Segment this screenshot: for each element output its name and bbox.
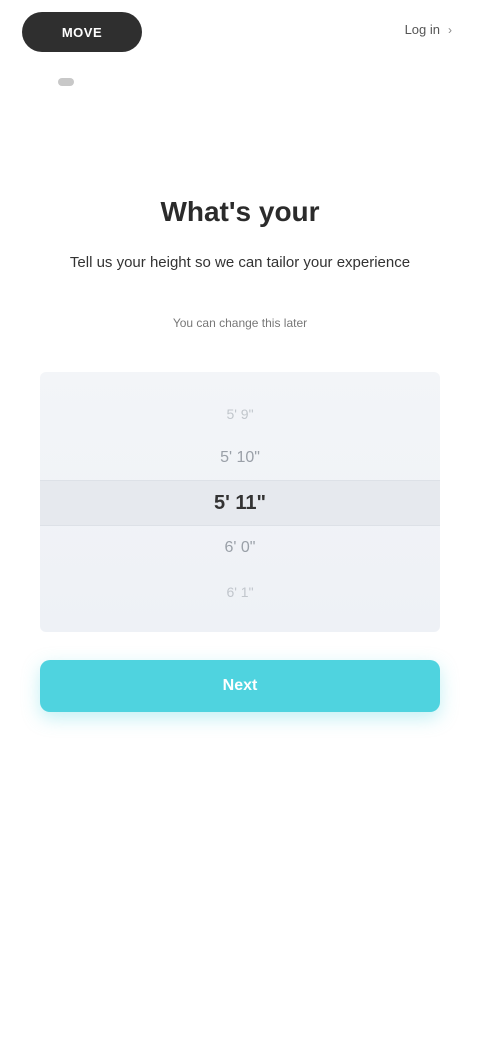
login-link-label: Log in	[404, 22, 440, 37]
app-logo-text: MOVE	[61, 24, 103, 40]
height-picker[interactable]: 5' 9" 5' 10" 5' 11" 6' 0" 6' 1"	[40, 372, 440, 632]
page-title: What's your	[160, 196, 320, 227]
picker-option[interactable]: 6' 1"	[40, 570, 440, 614]
picker-column[interactable]: 5' 9" 5' 10" 5' 11" 6' 0" 6' 1"	[40, 372, 440, 632]
page-subtitle: Tell us your height so we can tailor you…	[69, 254, 411, 271]
helper-hint: You can change this later	[172, 316, 308, 330]
screen: MOVE Log in › What's your Tell us your h…	[0, 0, 480, 1040]
picker-option[interactable]: 6' 0"	[40, 526, 440, 570]
login-link[interactable]: Log in ›	[405, 22, 452, 37]
picker-option-selected[interactable]: 5' 11"	[40, 480, 440, 526]
chevron-right-icon: ›	[448, 22, 452, 37]
next-button[interactable]: Next	[40, 660, 440, 712]
picker-option[interactable]: 5' 10"	[40, 436, 440, 480]
app-logo: MOVE	[22, 12, 142, 52]
top-bar: MOVE Log in ›	[0, 0, 480, 86]
picker-option[interactable]: 5' 9"	[40, 392, 440, 436]
logo-underline	[58, 78, 74, 86]
